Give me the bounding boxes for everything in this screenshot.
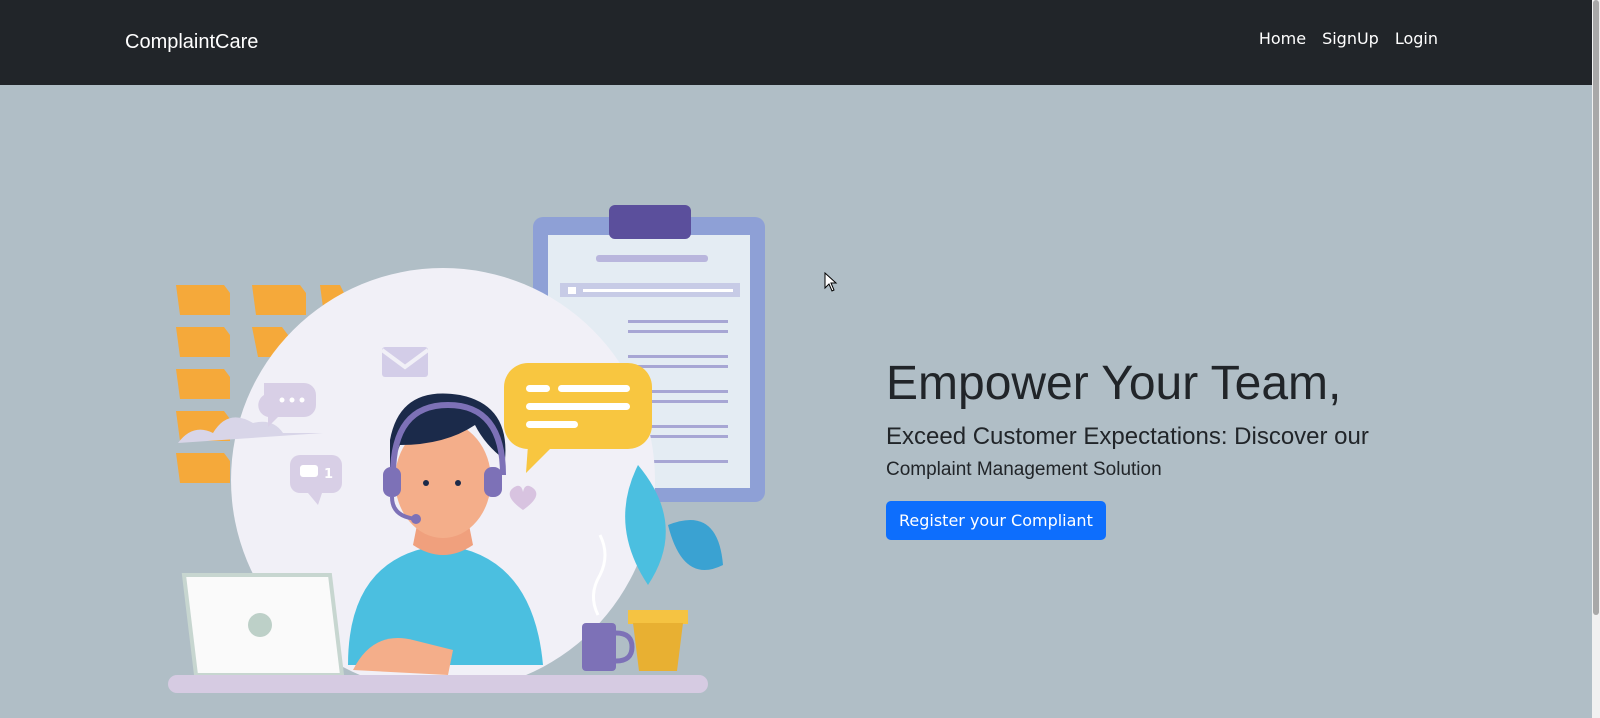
nav-home-link[interactable]: Home: [1259, 29, 1306, 48]
register-complaint-button[interactable]: Register your Compliant: [886, 500, 1106, 540]
laptop-icon: [181, 573, 345, 677]
hero-subhead-2: Complaint Management Solution: [886, 458, 1162, 480]
hero-subhead: Exceed Customer Expectations: Discover o…: [886, 422, 1369, 450]
page-scrollbar[interactable]: [1592, 0, 1600, 718]
chat-count-text: 1: [324, 467, 333, 482]
customer-support-illustration: 1: [168, 205, 765, 693]
brand-logo-link[interactable]: ComplaintCare: [125, 31, 258, 54]
desk-surface: [168, 675, 708, 693]
nav-links: Home SignUp Login: [1259, 29, 1438, 48]
nav-login-link[interactable]: Login: [1395, 29, 1438, 48]
mouse-cursor-icon: [824, 272, 838, 292]
top-navbar: ComplaintCare Home SignUp Login: [0, 0, 1600, 85]
envelope-icon: [380, 347, 430, 377]
hero-text-block: Empower Your Team, Exceed Customer Expec…: [886, 355, 1526, 540]
scrollbar-thumb[interactable]: [1593, 0, 1599, 615]
nav-signup-link[interactable]: SignUp: [1322, 29, 1379, 48]
hero-headline: Empower Your Team,: [886, 357, 1342, 410]
